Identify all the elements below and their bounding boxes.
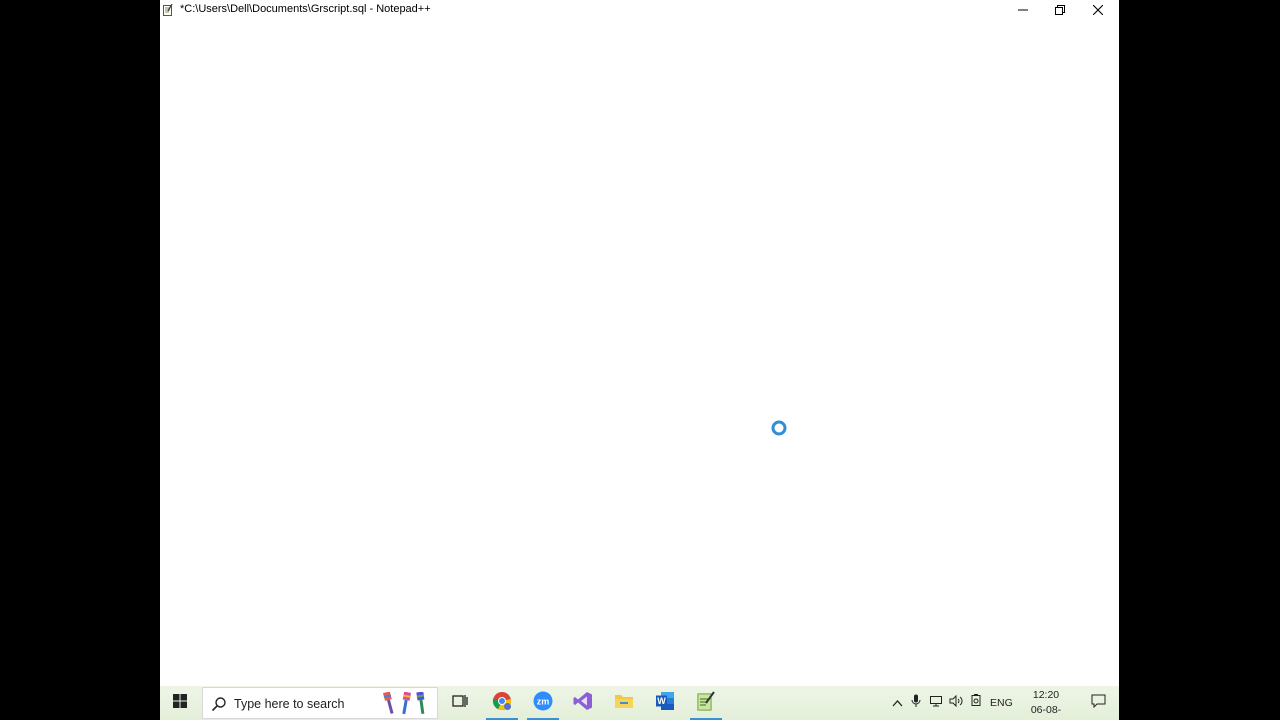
close-icon (1093, 4, 1103, 15)
taskbar: Type here to search zm W ENG 12:20 06-08… (160, 686, 1119, 720)
folder-icon (614, 692, 634, 715)
search-icon (211, 696, 227, 712)
microphone-button[interactable] (908, 686, 924, 720)
restore-icon (1055, 4, 1065, 15)
notifications-button[interactable] (1083, 686, 1113, 720)
minimize-button[interactable] (1004, 0, 1042, 19)
svg-text:W: W (657, 696, 666, 706)
search-box[interactable]: Type here to search (202, 687, 438, 719)
start-button[interactable] (160, 686, 200, 720)
network-icon (929, 694, 943, 712)
minimize-icon (1018, 5, 1028, 15)
loading-spinner-icon (771, 420, 787, 436)
search-highlight-paintbrush-icon (379, 691, 435, 716)
visual-studio-button[interactable] (563, 686, 603, 720)
task-view-icon (452, 694, 468, 713)
clock-time: 12:20 (1032, 689, 1060, 701)
battery-icon (970, 694, 983, 712)
word-button[interactable]: W (645, 686, 685, 720)
show-hidden-icons-button[interactable] (888, 686, 906, 720)
desktop-screen: *C:\Users\Dell\Documents\Grscript.sql - … (160, 0, 1119, 720)
restore-button[interactable] (1041, 0, 1079, 19)
word-icon: W (655, 691, 675, 716)
notepadplusplus-button[interactable] (686, 686, 726, 720)
microphone-icon (911, 694, 921, 713)
clock[interactable]: 12:20 06-08-2024 (1020, 688, 1072, 720)
notepadplusplus-icon[interactable] (163, 3, 174, 16)
zoom-button[interactable]: zm (523, 686, 563, 720)
visual-studio-icon (573, 691, 593, 716)
chrome-button[interactable] (482, 686, 522, 720)
title-bar: *C:\Users\Dell\Documents\Grscript.sql - … (160, 0, 1119, 19)
volume-button[interactable] (947, 686, 965, 720)
close-button[interactable] (1079, 0, 1117, 19)
windows-start-icon (173, 693, 187, 713)
volume-icon (949, 694, 964, 712)
file-explorer-button[interactable] (604, 686, 644, 720)
zoom-icon: zm (533, 691, 553, 716)
chrome-icon (492, 691, 512, 716)
input-language-indicator[interactable]: ENG (990, 697, 1013, 709)
clock-date: 06-08-2024 (1030, 704, 1062, 720)
notepadplusplus-icon (696, 690, 716, 716)
notification-icon (1091, 694, 1106, 713)
svg-text:zm: zm (537, 696, 550, 706)
search-placeholder: Type here to search (234, 697, 345, 711)
task-view-button[interactable] (440, 686, 480, 720)
battery-status-button[interactable] (967, 686, 985, 720)
editor-area[interactable] (160, 19, 1119, 686)
window-title: *C:\Users\Dell\Documents\Grscript.sql - … (180, 3, 431, 15)
chevron-up-icon (892, 694, 903, 712)
network-button[interactable] (927, 686, 945, 720)
